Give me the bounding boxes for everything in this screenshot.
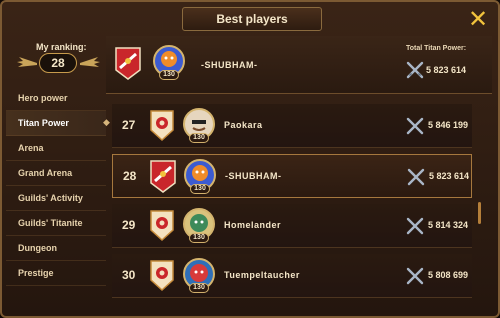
category-nav: Hero power Titan Power ◆ Arena Grand Aren… bbox=[6, 86, 110, 286]
leaderboard-panel: 130 -SHUBHAM- Total Titan Power: 5 823 6… bbox=[106, 36, 496, 318]
row-player-name: -SHUBHAM- bbox=[225, 171, 282, 181]
row-rank: 30 bbox=[122, 268, 136, 282]
nav-item-guilds-titanite[interactable]: Guilds' Titanite bbox=[6, 211, 106, 236]
nav-item-label: Arena bbox=[18, 143, 44, 153]
leaderboard-row[interactable]: 29 130 Homelander 5 814 324 bbox=[112, 204, 472, 248]
crossed-swords-icon bbox=[406, 217, 424, 235]
nav-item-hero-power[interactable]: Hero power bbox=[6, 86, 106, 111]
avatar-level-badge: 130 bbox=[189, 283, 209, 293]
row-rank: 28 bbox=[123, 169, 137, 183]
avatar-level-badge: 130 bbox=[189, 233, 209, 243]
row-player-name: Paokara bbox=[224, 120, 263, 130]
best-players-window: Best players ✕ My ranking: 28 Hero power… bbox=[0, 0, 500, 318]
row-titan-power: 5 823 614 bbox=[429, 171, 470, 181]
crossed-swords-icon bbox=[406, 61, 424, 79]
guild-shield-icon bbox=[150, 210, 174, 242]
window-title: Best players bbox=[182, 7, 322, 31]
nav-item-label: Guilds' Activity bbox=[18, 193, 83, 203]
my-ranking: 28 bbox=[14, 53, 100, 75]
leaderboard-row[interactable]: 27 130 Paokara 5 846 199 bbox=[112, 104, 472, 148]
nav-item-arena[interactable]: Arena bbox=[6, 136, 106, 161]
row-rank: 29 bbox=[122, 218, 136, 232]
leaderboard-row-current-player[interactable]: 28 130 -SHUBHAM- 5 823 614 bbox=[112, 154, 472, 198]
my-player-name: -SHUBHAM- bbox=[201, 60, 258, 70]
nav-item-label: Guilds' Titanite bbox=[18, 218, 83, 228]
nav-item-label: Hero power bbox=[18, 93, 68, 103]
total-titan-power-label: Total Titan Power: bbox=[406, 45, 467, 52]
nav-item-guilds-activity[interactable]: Guilds' Activity bbox=[6, 186, 106, 211]
guild-banner-icon bbox=[150, 160, 176, 193]
guild-shield-icon bbox=[150, 260, 174, 292]
avatar-level-badge: 130 bbox=[190, 184, 210, 194]
guild-banner-icon bbox=[115, 47, 141, 80]
wing-right-icon bbox=[80, 57, 100, 67]
leaderboard-list: 27 130 Paokara 5 846 199 28 130 -SHUBHAM… bbox=[112, 104, 482, 304]
my-ranking-value: 28 bbox=[39, 53, 77, 73]
avatar-level-badge: 130 bbox=[159, 70, 179, 80]
total-titan-power-value: 5 823 614 bbox=[426, 65, 467, 75]
my-player-summary: 130 -SHUBHAM- Total Titan Power: 5 823 6… bbox=[106, 36, 492, 94]
row-player-name: Tuempeltaucher bbox=[224, 270, 300, 280]
crossed-swords-icon bbox=[407, 168, 425, 186]
scrollbar-thumb[interactable] bbox=[478, 202, 481, 224]
row-titan-power: 5 814 324 bbox=[428, 220, 469, 230]
row-titan-power: 5 808 699 bbox=[428, 270, 469, 280]
my-ranking-label: My ranking: bbox=[36, 42, 87, 52]
row-titan-power: 5 846 199 bbox=[428, 120, 469, 130]
leaderboard-row[interactable]: 30 130 Tuempeltaucher 5 808 699 bbox=[112, 254, 472, 298]
player-avatar[interactable]: 130 bbox=[183, 158, 217, 194]
wing-left-icon bbox=[17, 57, 37, 67]
crossed-swords-icon bbox=[406, 117, 424, 135]
row-rank: 27 bbox=[122, 118, 136, 132]
nav-item-grand-arena[interactable]: Grand Arena bbox=[6, 161, 106, 186]
nav-item-label: Titan Power bbox=[18, 118, 69, 128]
player-avatar[interactable]: 130 bbox=[182, 207, 216, 243]
avatar-level-badge: 130 bbox=[189, 133, 209, 143]
player-avatar[interactable]: 130 bbox=[182, 257, 216, 293]
guild-shield-icon bbox=[150, 110, 174, 142]
nav-item-label: Prestige bbox=[18, 268, 54, 278]
my-avatar[interactable]: 130 bbox=[152, 44, 186, 80]
player-avatar[interactable]: 130 bbox=[182, 107, 216, 143]
nav-item-titan-power[interactable]: Titan Power ◆ bbox=[6, 111, 110, 136]
row-player-name: Homelander bbox=[224, 220, 282, 230]
close-icon[interactable]: ✕ bbox=[466, 8, 490, 32]
nav-item-prestige[interactable]: Prestige bbox=[6, 261, 106, 286]
nav-item-dungeon[interactable]: Dungeon bbox=[6, 236, 106, 261]
nav-item-label: Grand Arena bbox=[18, 168, 73, 178]
sidebar: My ranking: 28 Hero power Titan Power ◆ A… bbox=[6, 36, 110, 318]
nav-item-label: Dungeon bbox=[18, 243, 57, 253]
crossed-swords-icon bbox=[406, 267, 424, 285]
